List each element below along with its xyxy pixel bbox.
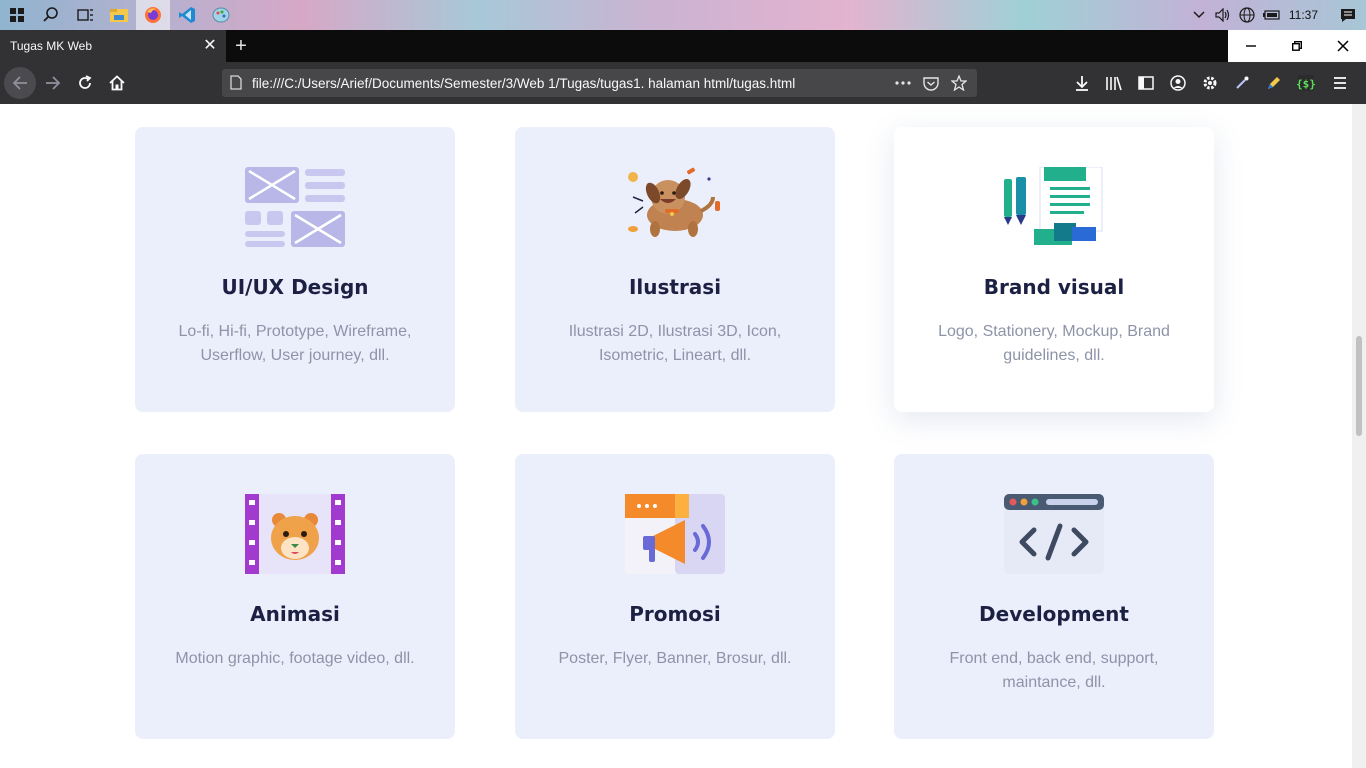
network-globe-icon[interactable] <box>1235 0 1259 30</box>
search-icon[interactable] <box>34 0 68 30</box>
card-description: Motion graphic, footage video, dll. <box>175 650 415 667</box>
card-title: Promosi <box>629 602 721 626</box>
close-tab-icon[interactable]: ✕ <box>202 38 218 54</box>
window-controls <box>1228 30 1366 62</box>
firefox-icon[interactable] <box>136 0 170 30</box>
dog-illustration-icon <box>625 167 725 247</box>
card-description: Ilustrasi 2D, Ilustrasi 3D, Icon, Isomet… <box>568 323 782 364</box>
tab-title: Tugas MK Web <box>10 39 93 53</box>
service-card-animasi[interactable]: Animasi Motion graphic, footage video, d… <box>135 454 455 739</box>
menu-icon[interactable] <box>1324 62 1356 104</box>
home-button[interactable] <box>101 67 133 99</box>
restore-button[interactable] <box>1274 30 1320 62</box>
url-text[interactable]: file:///C:/Users/Arief/Documents/Semeste… <box>252 76 795 91</box>
card-description: Lo-fi, Hi-fi, Prototype, Wireframe, User… <box>178 323 412 364</box>
new-tab-button[interactable]: + <box>228 30 254 62</box>
task-view-icon[interactable] <box>68 0 102 30</box>
downloads-icon[interactable] <box>1066 62 1098 104</box>
back-button[interactable] <box>4 67 36 99</box>
page-file-icon <box>230 75 242 95</box>
pocket-icon[interactable] <box>917 69 945 97</box>
svg-text:{$}: {$} <box>1297 78 1315 91</box>
megaphone-icon <box>625 494 725 574</box>
bookmark-star-icon[interactable] <box>945 69 973 97</box>
file-explorer-icon[interactable] <box>102 0 136 30</box>
service-card-development[interactable]: Development Front end, back end, support… <box>894 454 1214 739</box>
extension-gear-icon[interactable] <box>1194 62 1226 104</box>
card-title: Development <box>979 602 1129 626</box>
service-card-ilustrasi[interactable]: Ilustrasi Ilustrasi 2D, Ilustrasi 3D, Ic… <box>515 127 835 412</box>
service-card-promosi[interactable]: Promosi Poster, Flyer, Banner, Brosur, d… <box>515 454 835 739</box>
browser-tab-strip: Tugas MK Web ✕ + <box>0 30 1366 62</box>
scrollbar-thumb[interactable] <box>1356 336 1362 436</box>
extension-dropper-icon[interactable] <box>1226 62 1258 104</box>
card-title: UI/UX Design <box>221 275 369 299</box>
card-title: Animasi <box>250 602 340 626</box>
address-bar[interactable]: file:///C:/Users/Arief/Documents/Semeste… <box>222 69 977 97</box>
taskbar-clock[interactable]: 11:37 <box>1283 8 1330 22</box>
account-icon[interactable] <box>1162 62 1194 104</box>
code-window-icon <box>1004 494 1104 574</box>
page-scrollbar[interactable] <box>1352 104 1366 768</box>
page-actions-icon[interactable] <box>889 69 917 97</box>
extension-pencil-icon[interactable] <box>1258 62 1290 104</box>
card-description: Logo, Stationery, Mockup, Brand guidelin… <box>938 323 1170 364</box>
volume-icon[interactable] <box>1211 0 1235 30</box>
card-description: Front end, back end, support, maintance,… <box>949 650 1159 691</box>
wireframe-icon <box>245 167 345 247</box>
stationery-icon <box>1004 166 1104 247</box>
vscode-icon[interactable] <box>170 0 204 30</box>
card-title: Ilustrasi <box>628 275 722 299</box>
toolbar-right: {$} <box>1066 62 1356 104</box>
page-viewport: UI/UX Design Lo-fi, Hi-fi, Prototype, Wi… <box>0 104 1352 768</box>
browser-navbar: file:///C:/Users/Arief/Documents/Semeste… <box>0 62 1366 104</box>
battery-icon[interactable] <box>1259 0 1283 30</box>
windows-taskbar: 11:37 <box>0 0 1366 30</box>
start-icon[interactable] <box>0 0 34 30</box>
browser-tab[interactable]: Tugas MK Web ✕ <box>0 30 226 62</box>
card-title: Brand visual <box>983 275 1125 299</box>
film-hamster-icon <box>245 494 345 574</box>
service-card-uiux[interactable]: UI/UX Design Lo-fi, Hi-fi, Prototype, Wi… <box>135 127 455 412</box>
system-tray: 11:37 <box>1187 0 1366 30</box>
forward-button[interactable] <box>37 67 69 99</box>
chevron-up-icon[interactable] <box>1187 0 1211 30</box>
close-window-button[interactable] <box>1320 30 1366 62</box>
service-card-brand-visual[interactable]: Brand visual Logo, Stationery, Mockup, B… <box>894 127 1214 412</box>
extension-json-icon[interactable]: {$} <box>1290 62 1322 104</box>
notification-icon[interactable] <box>1330 0 1366 30</box>
sidebar-icon[interactable] <box>1130 62 1162 104</box>
minimize-button[interactable] <box>1228 30 1274 62</box>
library-icon[interactable] <box>1098 62 1130 104</box>
reload-button[interactable] <box>69 67 101 99</box>
paint-icon[interactable] <box>204 0 238 30</box>
card-description: Poster, Flyer, Banner, Brosur, dll. <box>558 650 792 667</box>
